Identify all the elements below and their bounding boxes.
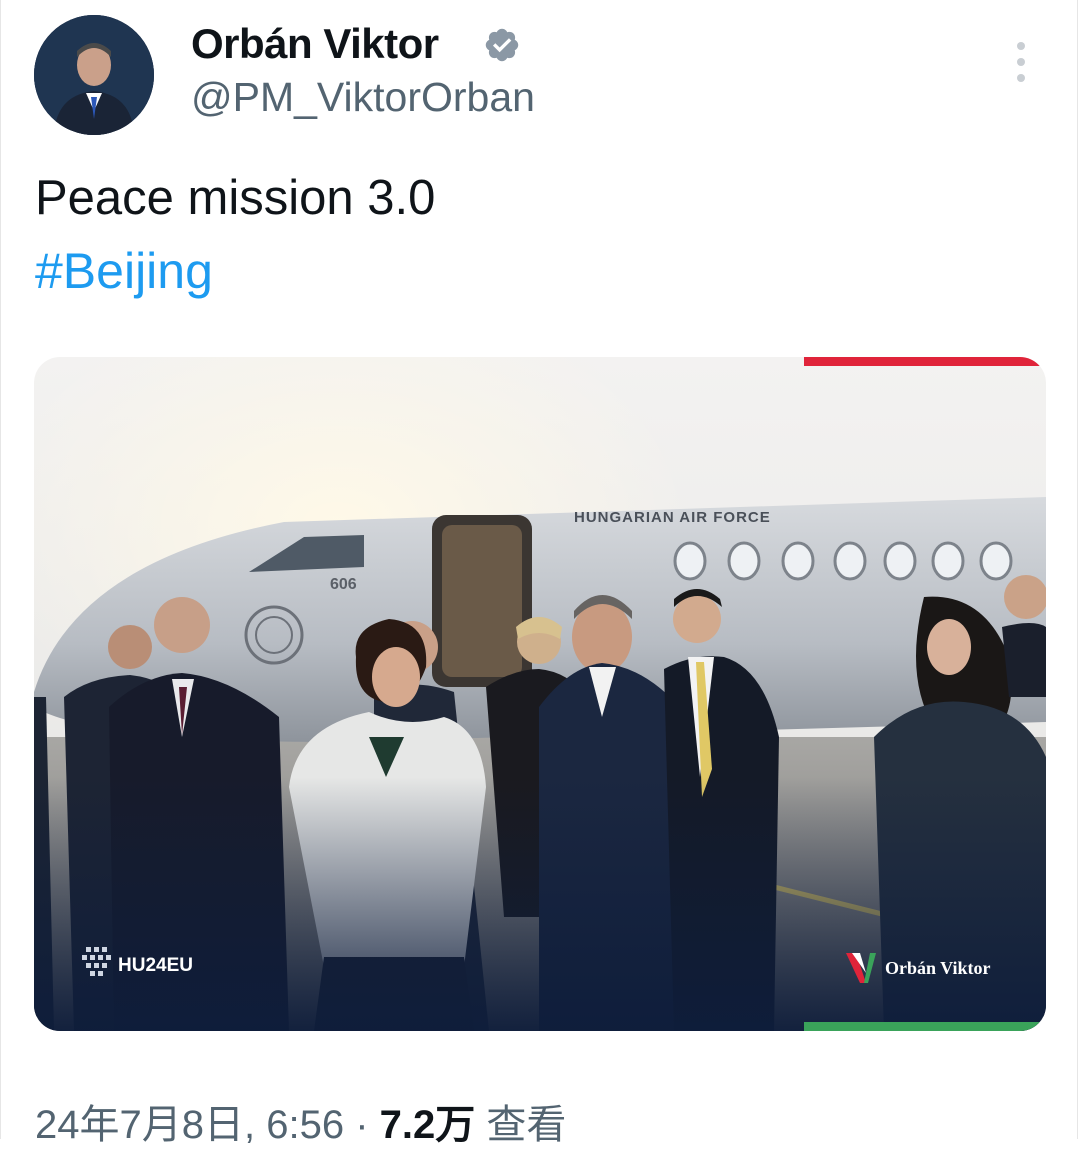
hu24eu-text: HU24EU bbox=[118, 955, 193, 976]
photo-scene: HUNGARIAN AIR FORCE 606 HU24EU Orbán Vik… bbox=[34, 357, 1046, 1031]
hashtag-link[interactable]: #Beijing bbox=[35, 242, 213, 300]
views-count: 7.2万 bbox=[379, 1103, 476, 1147]
tweet-meta: 24年7月8日, 6:56 · 7.2万 查看 bbox=[35, 1092, 566, 1150]
tweet-date[interactable]: 24年7月8日, 6:56 bbox=[35, 1103, 344, 1147]
meta-separator: · bbox=[355, 1103, 369, 1147]
avatar-portrait bbox=[34, 15, 154, 135]
tweet-text: Peace mission 3.0 bbox=[35, 171, 436, 225]
tweet-card: Orbán Viktor @PM_ViktorOrban Peace missi… bbox=[0, 0, 1078, 1147]
views-label: 查看 bbox=[486, 1103, 567, 1147]
more-options-icon[interactable] bbox=[1009, 42, 1033, 84]
aircraft-number: 606 bbox=[330, 576, 357, 593]
tweet-photo[interactable]: HUNGARIAN AIR FORCE 606 HU24EU Orbán Vik… bbox=[34, 357, 1046, 1031]
flag-bar-top bbox=[804, 357, 1046, 366]
flag-bar-bottom bbox=[804, 1022, 1046, 1031]
author-avatar[interactable] bbox=[34, 15, 154, 135]
author-name[interactable]: Orbán Viktor bbox=[191, 20, 439, 68]
verified-badge-icon bbox=[485, 28, 519, 62]
orban-viktor-text: Orbán Viktor bbox=[885, 958, 991, 978]
author-handle[interactable]: @PM_ViktorOrban bbox=[191, 74, 535, 121]
aircraft-label: HUNGARIAN AIR FORCE bbox=[574, 509, 771, 526]
